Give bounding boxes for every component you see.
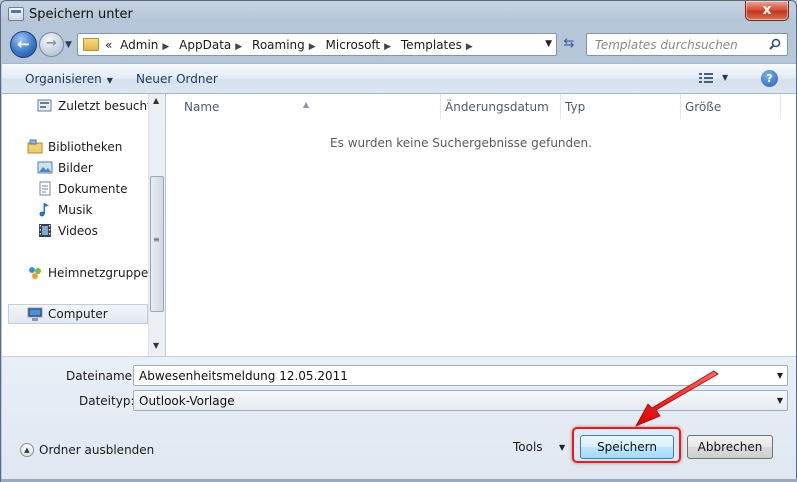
column-header-size[interactable]: Größe — [681, 94, 781, 119]
breadcrumb-appdata[interactable]: AppData — [179, 38, 231, 52]
view-options-icon[interactable] — [699, 73, 713, 84]
back-button[interactable]: ← — [10, 31, 37, 58]
nav-item-pictures[interactable]: Bilder — [2, 158, 148, 178]
nav-item-music[interactable]: Musik — [2, 200, 148, 220]
refresh-icon[interactable]: ⇆ — [560, 35, 578, 53]
filetype-label: Dateityp: — [79, 394, 135, 408]
documents-icon — [39, 181, 51, 196]
chevron-right-icon[interactable]: ▶ — [466, 42, 473, 52]
nav-label: Heimnetzgruppe — [48, 266, 149, 280]
search-icon[interactable] — [769, 38, 781, 50]
scroll-down-icon[interactable]: ▼ — [153, 341, 159, 350]
breadcrumb-templates[interactable]: Templates — [401, 38, 462, 52]
breadcrumb-roaming[interactable]: Roaming — [252, 38, 305, 52]
tools-menu-button[interactable]: Tools — [513, 440, 543, 454]
breadcrumb-microsoft[interactable]: Microsoft — [326, 38, 381, 52]
nav-label: Dokumente — [58, 182, 128, 196]
chevron-down-icon[interactable]: ▼ — [777, 371, 783, 380]
recent-places-icon — [37, 99, 52, 112]
organize-menu-button[interactable]: Organisieren ▼ — [25, 72, 113, 86]
nav-item-videos[interactable]: Videos — [2, 221, 148, 241]
file-list[interactable]: Name ▲ Änderungsdatum Typ Größe Es wurde… — [166, 94, 796, 356]
dialog-app-icon — [8, 7, 24, 21]
chevron-down-icon[interactable]: ▼ — [559, 443, 565, 452]
chevron-down-icon[interactable]: ▼ — [777, 396, 783, 405]
navigation-pane: Zuletzt besucht Bibliotheken Bilder Doku… — [2, 94, 165, 356]
nav-item-documents[interactable]: Dokumente — [2, 179, 148, 199]
breadcrumb-admin[interactable]: Admin — [120, 38, 158, 52]
chevron-down-icon: ▼ — [106, 76, 113, 85]
nav-item-computer[interactable]: Computer — [8, 304, 148, 324]
column-header-name[interactable]: Name ▲ — [166, 94, 441, 119]
annotation-arrow-icon — [635, 370, 719, 427]
videos-icon — [39, 224, 51, 237]
filetype-value: Outlook-Vorlage — [139, 394, 235, 408]
new-folder-button[interactable]: Neuer Ordner — [136, 72, 218, 86]
nav-pane-scrollbar[interactable]: ▲ ≡ ▼ — [148, 94, 165, 356]
filename-field[interactable]: Abwesenheitsmeldung 12.05.2011 — [139, 369, 348, 383]
address-bar[interactable]: « Admin ▶ AppData ▶ Roaming ▶ Microsoft ▶ Te… — [77, 33, 557, 56]
hide-folders-button[interactable]: Ordner ausblenden — [39, 443, 154, 457]
navigation-row: ← → ▼ « Admin ▶ AppData ▶ Roaming ▶ Microso… — [1, 29, 796, 61]
scrollbar-thumb[interactable] — [150, 176, 164, 312]
address-dropdown-icon[interactable]: ▼ — [545, 39, 552, 49]
chevron-right-icon[interactable]: ▶ — [309, 42, 316, 52]
save-button-highlight — [572, 427, 681, 463]
chevron-up-icon[interactable]: ▲ — [20, 443, 34, 457]
nav-item-recent[interactable]: Zuletzt besucht — [2, 96, 152, 116]
computer-icon — [27, 307, 43, 321]
homegroup-icon — [29, 267, 41, 279]
title-bar: Speichern unter x — [1, 1, 796, 29]
libraries-icon — [27, 139, 43, 154]
filename-label: Dateiname: — [66, 369, 137, 383]
search-box[interactable]: Templates durchsuchen — [586, 33, 788, 56]
breadcrumb-overflow[interactable]: « — [105, 38, 112, 52]
nav-item-libraries[interactable]: Bibliotheken — [2, 137, 148, 157]
chevron-right-icon[interactable]: ▶ — [384, 42, 391, 52]
folder-icon — [83, 38, 99, 51]
cancel-button[interactable]: Abbrechen — [687, 435, 773, 459]
help-icon[interactable]: ? — [761, 70, 778, 87]
nav-label: Musik — [58, 203, 93, 217]
chevron-right-icon[interactable]: ▶ — [162, 42, 169, 52]
nav-label: Computer — [48, 307, 108, 321]
view-dropdown-icon[interactable]: ▼ — [722, 73, 728, 82]
recent-locations-dropdown[interactable]: ▼ — [65, 40, 72, 50]
organize-label: Organisieren — [25, 72, 102, 86]
music-icon — [39, 203, 49, 217]
forward-button[interactable]: → — [39, 32, 64, 57]
nav-label: Zuletzt besucht — [58, 99, 152, 113]
command-bar: Organisieren ▼ Neuer Ordner ▼ ? — [2, 63, 796, 94]
scroll-up-icon[interactable]: ▲ — [153, 96, 159, 105]
nav-label: Bilder — [58, 161, 93, 175]
column-header-label: Name — [184, 100, 220, 114]
window-title: Speichern unter — [29, 7, 133, 22]
nav-item-homegroup[interactable]: Heimnetzgruppe — [2, 263, 148, 283]
column-header-type[interactable]: Typ — [561, 94, 681, 119]
nav-label: Bibliotheken — [48, 140, 123, 154]
scrollbar-grip-icon: ≡ — [153, 235, 160, 244]
chevron-right-icon[interactable]: ▶ — [235, 42, 242, 52]
column-header-modified[interactable]: Änderungsdatum — [441, 94, 561, 119]
breadcrumb: « Admin ▶ AppData ▶ Roaming ▶ Microsoft ▶ Te… — [105, 38, 479, 52]
pictures-icon — [37, 161, 53, 174]
search-input[interactable]: Templates durchsuchen — [595, 38, 738, 52]
empty-results-message: Es wurden keine Suchergebnisse gefunden. — [330, 136, 592, 150]
nav-label: Videos — [58, 224, 98, 238]
close-button[interactable]: x — [745, 1, 789, 21]
sort-ascending-icon: ▲ — [303, 100, 310, 109]
